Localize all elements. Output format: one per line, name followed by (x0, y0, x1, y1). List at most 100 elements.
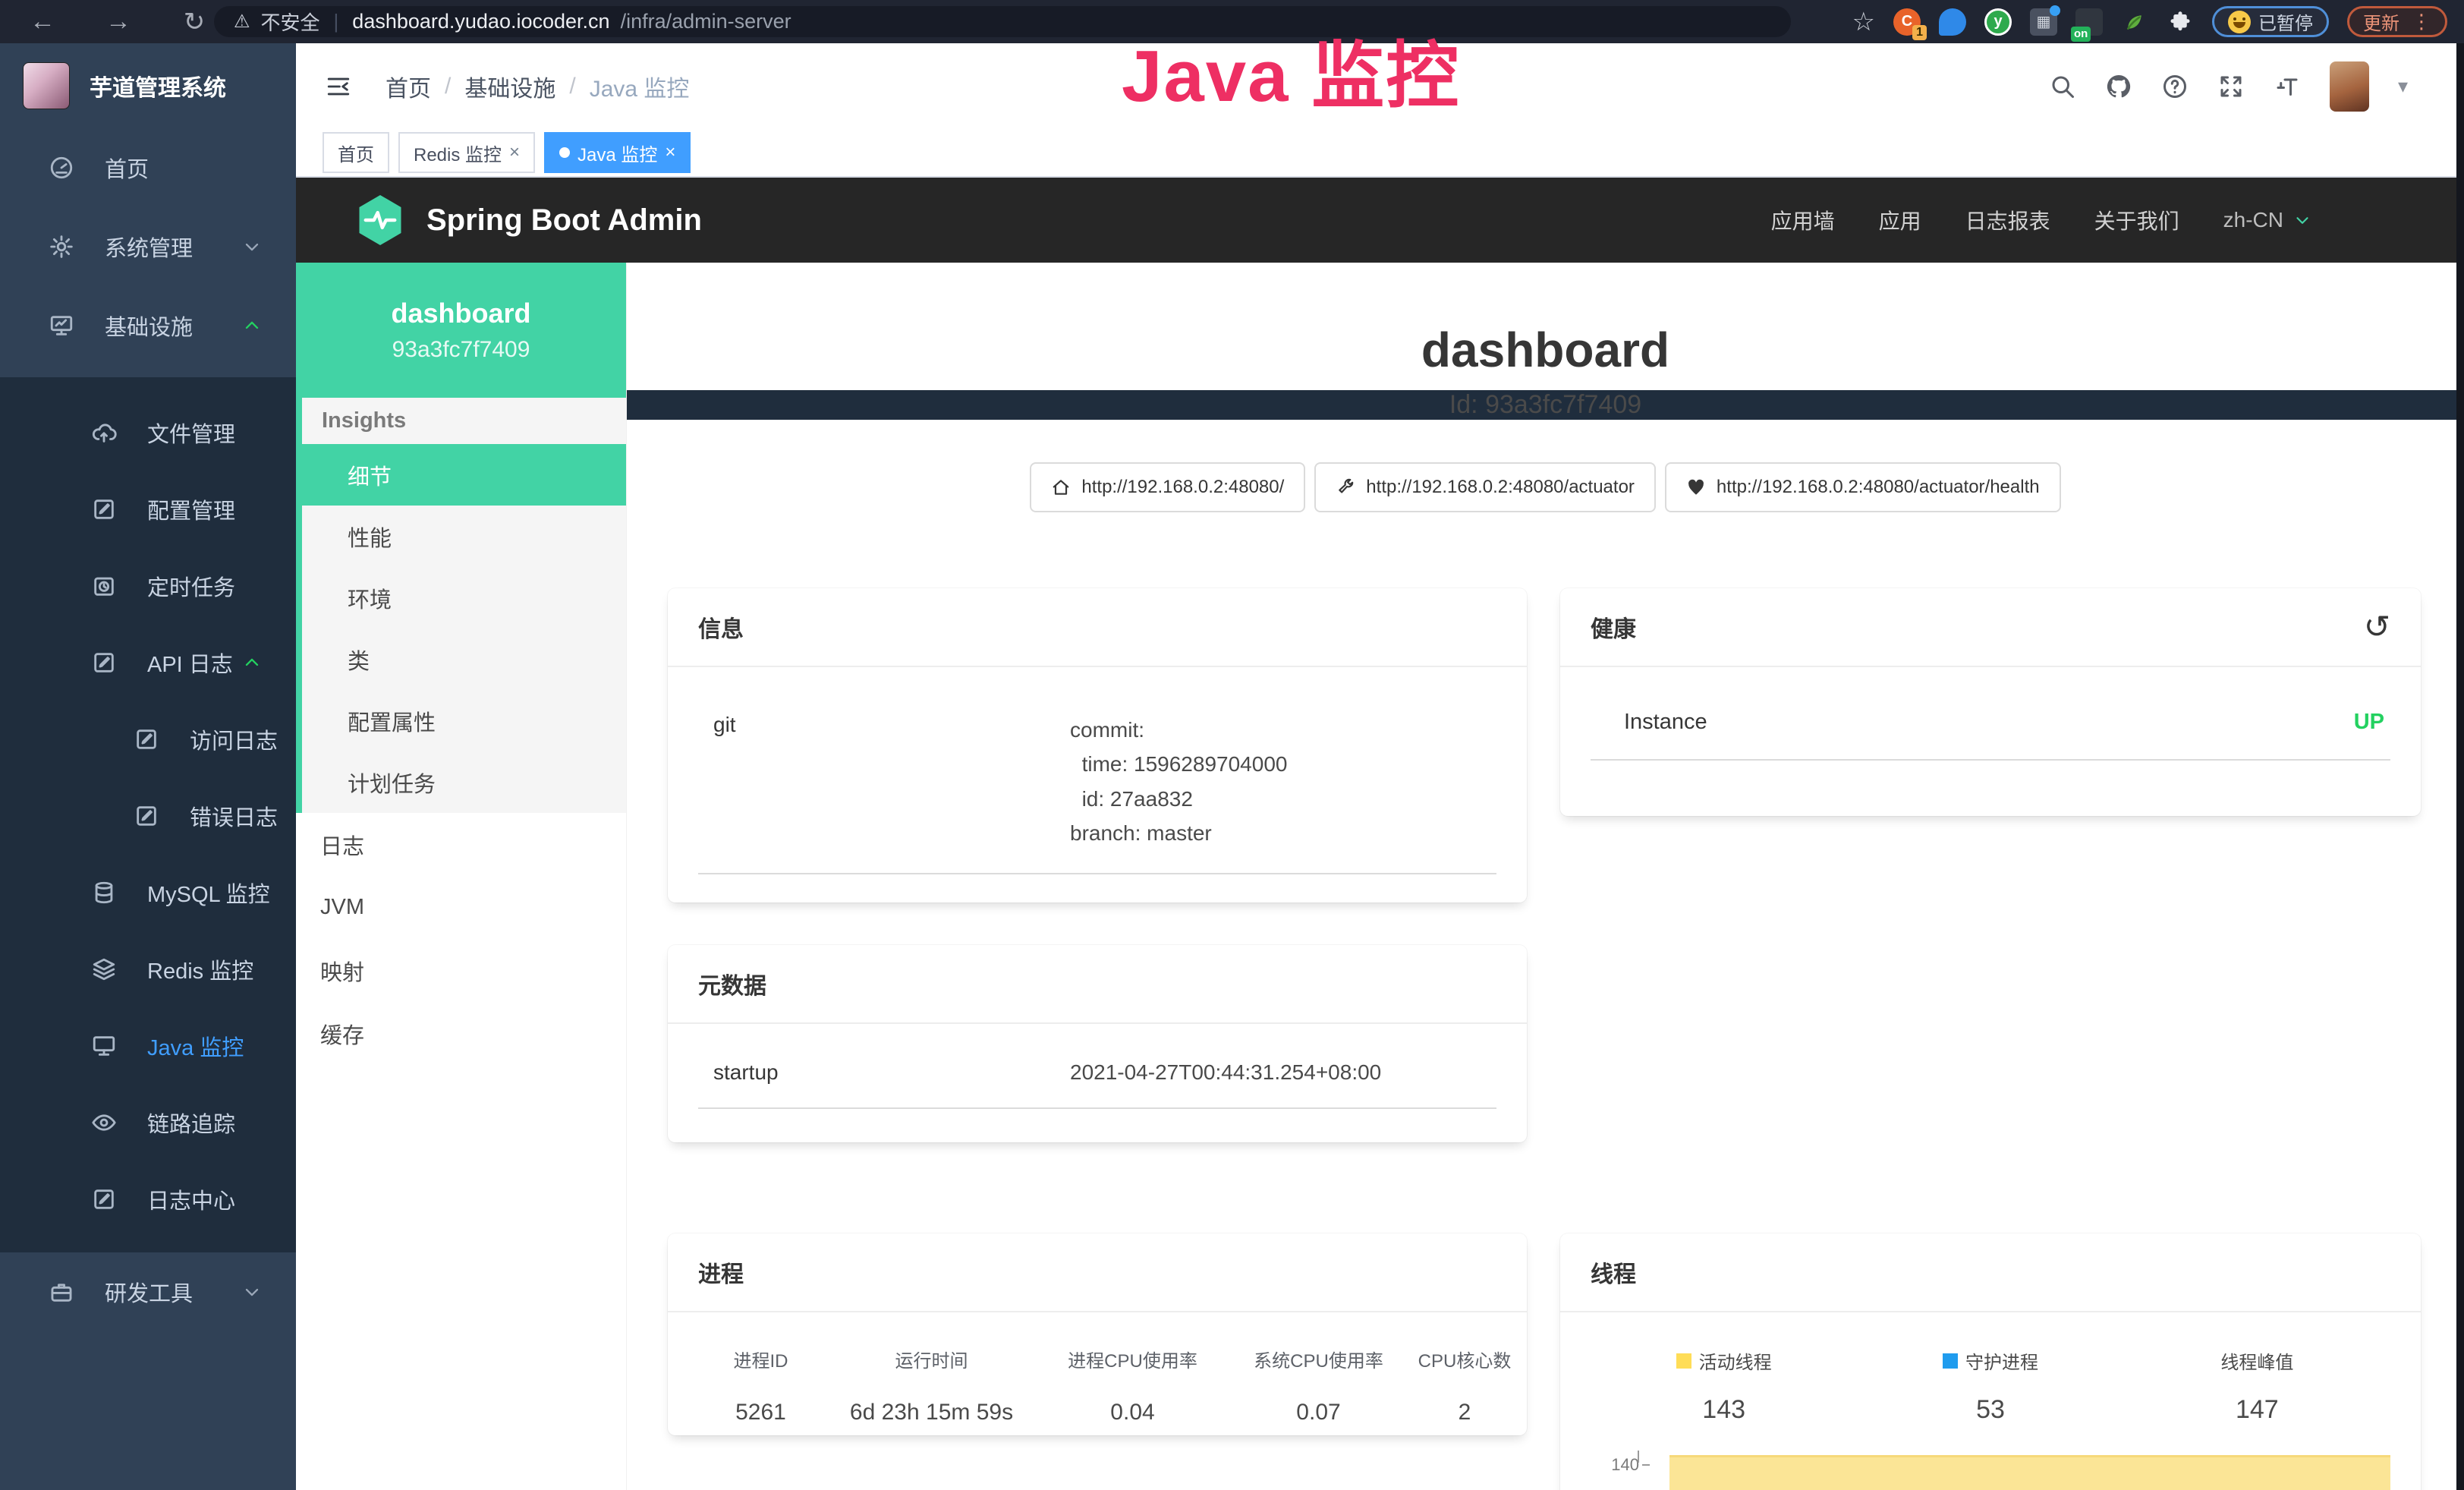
sidebar-item-system[interactable]: 系统管理 (0, 207, 296, 286)
threads-card: 线程 活动线程 守护进程 线程峰值 143 53 147 140 120 100 (1560, 1233, 2421, 1490)
sidebar-item-mysql-monitor[interactable]: MySQL 监控 (0, 854, 296, 931)
sba-nav-about[interactable]: 关于我们 (2094, 205, 2179, 235)
tab-label: Redis 监控 (414, 140, 502, 166)
history-icon[interactable]: ↺ (2364, 611, 2390, 643)
fullscreen-icon[interactable] (2217, 73, 2245, 100)
y-axis-tick: 140 (1591, 1455, 1639, 1475)
sidebar-item-java-monitor[interactable]: Java 监控 (0, 1007, 296, 1084)
column-header: 运行时间 (823, 1346, 1040, 1372)
sidebar-item-config-manage[interactable]: 配置管理 (0, 471, 296, 547)
extension-switch-icon[interactable]: on (2075, 8, 2103, 36)
sidebar-item-access-log[interactable]: 访问日志 (0, 701, 296, 777)
extension-grid-icon[interactable]: ▦ (2030, 8, 2057, 36)
sba-menu-classes[interactable]: 类 (302, 628, 626, 690)
sba-menu-environment[interactable]: 环境 (302, 567, 626, 628)
metadata-row-label: startup (713, 1060, 1070, 1085)
sba-menu-jvm[interactable]: JVM (296, 876, 626, 939)
sba-logo-icon[interactable] (355, 193, 405, 247)
tab-java-monitor[interactable]: Java 监控 × (544, 132, 691, 173)
sidebar-item-error-log[interactable]: 错误日志 (0, 777, 296, 854)
browser-menu-icon[interactable]: ⋮ (2412, 10, 2431, 33)
github-icon[interactable] (2105, 73, 2132, 100)
sidebar-item-label: Redis 监控 (147, 953, 253, 985)
tab-home[interactable]: 首页 (323, 132, 389, 173)
bookmark-star-icon[interactable]: ☆ (1852, 7, 1875, 37)
sba-menu-scheduled-tasks[interactable]: 计划任务 (302, 751, 626, 813)
extension-leaf-icon[interactable] (2121, 8, 2148, 36)
legend-swatch-blue (1943, 1353, 1958, 1369)
address-bar[interactable]: ⚠ 不安全 | dashboard.yudao.iocoder.cn/infra… (214, 6, 1791, 37)
emoji-face-icon (2228, 11, 2251, 33)
extension-colorzilla-icon[interactable]: C1 (1893, 8, 1921, 36)
sba-group-label: Insights (302, 398, 626, 444)
forward-icon[interactable]: → (97, 7, 140, 36)
tab-redis-monitor[interactable]: Redis 监控 × (398, 132, 535, 173)
reload-icon[interactable]: ↻ (173, 7, 216, 37)
peak-threads-value: 147 (2124, 1395, 2390, 1425)
cpu-core-count: 2 (1411, 1400, 1518, 1425)
window-scrollbar[interactable] (2456, 43, 2464, 1490)
sba-nav-applications[interactable]: 应用 (1879, 205, 1921, 235)
sba-menu-label: JVM (320, 895, 364, 920)
sidebar-item-file-manage[interactable]: 文件管理 (0, 394, 296, 471)
cloud-upload-icon (91, 420, 117, 446)
health-card-body: Instance UP (1560, 667, 2421, 788)
live-threads-value: 143 (1591, 1395, 1857, 1425)
health-url-button[interactable]: http://192.168.0.2:48080/actuator/health (1665, 462, 2061, 512)
user-menu-caret-icon[interactable]: ▾ (2398, 74, 2408, 98)
sidebar-item-api-log[interactable]: API 日志 (0, 624, 296, 701)
sba-nav-journal[interactable]: 日志报表 (1965, 205, 2050, 235)
sba-menu-label: 类 (348, 644, 370, 676)
sba-insights-group: Insights 细节 性能 环境 类 配置属性 计划任务 (296, 398, 626, 813)
sidebar-item-label: 系统管理 (105, 231, 193, 263)
sba-nav-wallboard[interactable]: 应用墙 (1771, 205, 1835, 235)
app-logo-row[interactable]: 芋道管理系统 (0, 43, 296, 128)
hamburger-icon[interactable] (323, 74, 354, 99)
extension-pin-icon[interactable] (1939, 8, 1966, 36)
font-size-icon[interactable] (2274, 73, 2301, 100)
table-row[interactable]: Instance UP (1591, 695, 2390, 761)
breadcrumb-home[interactable]: 首页 (385, 70, 431, 103)
actuator-url-button[interactable]: http://192.168.0.2:48080/actuator (1314, 462, 1656, 512)
git-commit-info: commit: time: 1596289704000 id: 27aa832b… (1070, 713, 1287, 850)
legend-swatch-yellow (1676, 1353, 1691, 1369)
sba-menu-label: 日志 (320, 829, 364, 861)
sba-menu-caches[interactable]: 缓存 (296, 1002, 626, 1065)
extension-y-icon[interactable]: y (1984, 8, 2012, 36)
profile-paused-badge[interactable]: 已暂停 (2212, 6, 2329, 37)
process-uptime: 6d 23h 15m 59s (823, 1400, 1040, 1425)
avatar[interactable] (2330, 61, 2369, 112)
update-button[interactable]: 更新 ⋮ (2347, 6, 2447, 37)
extensions-puzzle-icon[interactable] (2167, 8, 2194, 36)
sba-menu-configprops[interactable]: 配置属性 (302, 690, 626, 751)
back-icon[interactable]: ← (21, 7, 64, 36)
sba-menu-details[interactable]: 细节 (302, 444, 626, 506)
health-card-header: 健康 ↺ (1560, 588, 2421, 667)
sba-menu-logfile[interactable]: 日志 (296, 813, 626, 876)
sba-locale-select[interactable]: zh-CN (2223, 208, 2312, 232)
breadcrumb-separator: / (445, 74, 451, 99)
sidebar-item-infra[interactable]: 基础设施 (0, 286, 296, 365)
sba-menu-mappings[interactable]: 映射 (296, 939, 626, 1002)
sidebar-item-devtools[interactable]: 研发工具 (0, 1252, 296, 1331)
sba-menu-metrics[interactable]: 性能 (302, 506, 626, 567)
infra-submenu: 文件管理 配置管理 定时任务 API 日志 访问日志 (0, 377, 296, 1252)
not-secure-label[interactable]: 不安全 (261, 8, 320, 36)
legend-label: 守护进程 (1965, 1347, 2038, 1374)
sba-instance-header[interactable]: dashboard 93a3fc7f7409 (296, 263, 626, 398)
sidebar-item-tracing[interactable]: 链路追踪 (0, 1084, 296, 1161)
sidebar-item-home[interactable]: 首页 (0, 128, 296, 207)
sba-brand-title[interactable]: Spring Boot Admin (426, 203, 702, 238)
help-icon[interactable] (2161, 73, 2189, 100)
screen: ← → ↻ ⌂ ⚠ 不安全 | dashboard.yudao.iocoder.… (0, 0, 2464, 1490)
service-url-button[interactable]: http://192.168.0.2:48080/ (1030, 462, 1305, 512)
metadata-card-header: 元数据 (668, 945, 1527, 1024)
breadcrumb-infra[interactable]: 基础设施 (464, 70, 555, 103)
sidebar-item-scheduled-jobs[interactable]: 定时任务 (0, 547, 296, 624)
close-icon[interactable]: × (509, 142, 520, 163)
close-icon[interactable]: × (665, 142, 675, 163)
search-icon[interactable] (2049, 73, 2076, 100)
chart-legend: 活动线程 守护进程 线程峰值 (1591, 1340, 2390, 1374)
sidebar-item-redis-monitor[interactable]: Redis 监控 (0, 931, 296, 1007)
sidebar-item-log-center[interactable]: 日志中心 (0, 1161, 296, 1237)
